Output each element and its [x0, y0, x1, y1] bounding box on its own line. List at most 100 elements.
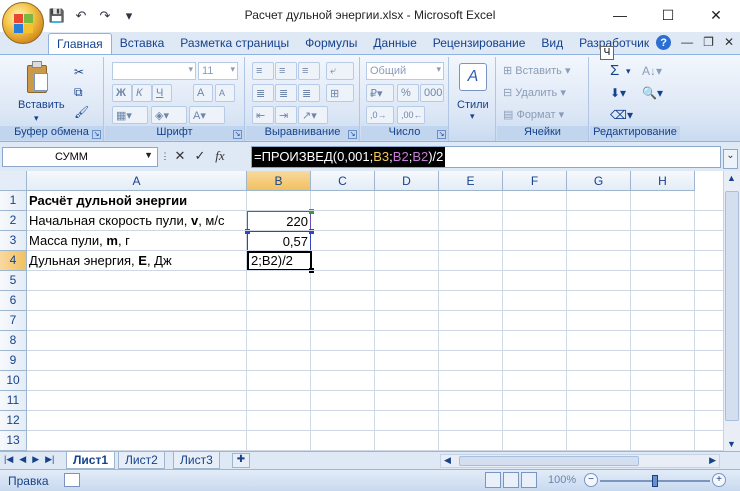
styles-dropdown-icon[interactable]: ▾ — [470, 111, 475, 122]
sheet-tab[interactable]: Лист2 — [118, 452, 165, 469]
insert-cells-button[interactable]: ⊞ Вставить ▾ — [503, 64, 571, 77]
ribbon-tab[interactable]: Вид — [533, 33, 571, 54]
last-sheet-icon[interactable]: ▶| — [45, 454, 54, 465]
align-left-button[interactable]: ≣ — [252, 84, 274, 102]
zoom-in-icon[interactable]: + — [712, 473, 726, 487]
paste-dropdown-icon[interactable]: ▾ — [34, 113, 39, 124]
copy-icon[interactable]: ⧉ — [74, 85, 83, 100]
column-header[interactable]: D — [375, 171, 439, 191]
align-bottom-button[interactable]: ≡ — [298, 62, 320, 80]
wrap-text-button[interactable]: ⤶ — [326, 62, 354, 80]
row-header[interactable]: 4 — [0, 251, 27, 271]
autosum-dropdown-icon[interactable]: ▾ — [626, 66, 631, 77]
row-header[interactable]: 9 — [0, 351, 27, 371]
ribbon-tab[interactable]: Рецензирование — [425, 33, 534, 54]
font-name-combo[interactable]: ▾ — [112, 62, 196, 80]
row-header[interactable]: 13 — [0, 431, 27, 451]
minimize-button[interactable]: — — [596, 0, 644, 30]
prev-sheet-icon[interactable]: ◀ — [19, 454, 26, 465]
zoom-slider-thumb[interactable] — [652, 475, 658, 487]
styles-button[interactable]: Стили — [457, 99, 489, 111]
name-box-dropdown-icon[interactable]: ▼ — [144, 150, 153, 160]
vertical-scroll-thumb[interactable] — [725, 191, 739, 421]
percent-button[interactable]: % — [397, 84, 419, 102]
next-sheet-icon[interactable]: ▶ — [32, 454, 39, 465]
paste-icon[interactable] — [24, 61, 50, 95]
column-header[interactable]: F — [503, 171, 567, 191]
shrink-font-button[interactable]: A — [215, 84, 235, 102]
zoom-level[interactable]: 100% — [548, 474, 576, 486]
insert-sheet-icon[interactable]: ✚ — [232, 453, 250, 468]
scroll-right-icon[interactable]: ▶ — [709, 455, 716, 466]
horizontal-scroll-thumb[interactable] — [459, 456, 639, 466]
scroll-up-icon[interactable]: ▲ — [727, 173, 736, 183]
sheet-tab[interactable]: Лист1 — [66, 452, 116, 469]
thousands-button[interactable]: 000 — [420, 84, 444, 102]
row-header[interactable]: 2 — [0, 211, 27, 231]
row-header[interactable]: 11 — [0, 391, 27, 411]
clear-icon[interactable]: ⌫▾ — [610, 108, 633, 122]
number-format-combo[interactable]: Общий ▾ — [366, 62, 444, 80]
cell-B3[interactable]: 0,57 — [247, 231, 311, 251]
number-launcher-icon[interactable]: ↘ — [437, 130, 446, 139]
cell-A2[interactable]: Начальная скорость пули, v, м/с — [27, 211, 247, 231]
paste-button[interactable]: Вставить — [18, 99, 65, 111]
page-break-view-icon[interactable] — [521, 472, 537, 488]
column-header[interactable]: H — [631, 171, 695, 191]
cell-A4[interactable]: Дульная энергия, E, Дж — [27, 251, 247, 271]
formula-input[interactable]: =ПРОИЗВЕД(0,001;B3;B2;B2)/2 — [251, 146, 721, 168]
column-header[interactable]: C — [311, 171, 375, 191]
horizontal-scrollbar[interactable]: ◀ ▶ — [440, 454, 720, 468]
help-icon[interactable]: ? — [656, 35, 672, 50]
ribbon-restore-button[interactable]: ❐ — [703, 35, 714, 50]
decrease-decimal-button[interactable]: ,00← — [397, 106, 425, 124]
ribbon-tab[interactable]: Вставка — [112, 33, 173, 54]
autosum-icon[interactable]: Σ — [610, 62, 619, 79]
alignment-launcher-icon[interactable]: ↘ — [348, 130, 357, 139]
normal-view-icon[interactable] — [485, 472, 501, 488]
underline-button[interactable]: Ч — [152, 84, 172, 102]
borders-button[interactable]: ▦▾ — [112, 106, 148, 124]
macro-record-icon[interactable] — [64, 473, 80, 487]
clipboard-launcher-icon[interactable]: ↘ — [92, 130, 101, 139]
font-launcher-icon[interactable]: ↘ — [233, 130, 242, 139]
format-cells-button[interactable]: ▤ Формат ▾ — [503, 108, 564, 121]
align-top-button[interactable]: ≡ — [252, 62, 274, 80]
column-header[interactable]: A — [27, 171, 247, 191]
first-sheet-icon[interactable]: |◀ — [4, 454, 13, 465]
italic-button[interactable]: К — [132, 84, 152, 102]
name-box[interactable]: СУММ ▼ — [2, 147, 158, 167]
sort-filter-icon[interactable]: A↓▾ — [642, 64, 662, 78]
ribbon-tab[interactable]: Формулы — [297, 33, 365, 54]
ribbon-tab[interactable]: Главная — [48, 33, 112, 54]
scroll-down-icon[interactable]: ▼ — [727, 439, 736, 449]
merge-button[interactable]: ⊞ — [326, 84, 354, 102]
vertical-scrollbar[interactable]: ▲ ▼ — [723, 171, 740, 451]
fill-color-button[interactable]: ◈▾ — [151, 106, 187, 124]
ribbon-minimize-button[interactable]: — — [681, 35, 693, 50]
row-header[interactable]: 12 — [0, 411, 27, 431]
column-header[interactable]: G — [567, 171, 631, 191]
close-button[interactable]: ✕ — [692, 0, 740, 30]
ribbon-tab[interactable]: Разметка страницы — [172, 33, 297, 54]
fill-icon[interactable]: ⬇▾ — [610, 86, 626, 100]
office-button[interactable] — [2, 2, 44, 44]
formula-options-icon[interactable]: ⋮ — [161, 147, 170, 165]
row-header[interactable]: 10 — [0, 371, 27, 391]
expand-formula-bar-icon[interactable]: ⌄ — [723, 149, 738, 169]
column-header[interactable]: E — [439, 171, 503, 191]
increase-decimal-button[interactable]: ,0→ — [366, 106, 394, 124]
bold-button[interactable]: Ж — [112, 84, 132, 102]
row-header[interactable]: 6 — [0, 291, 27, 311]
format-painter-icon[interactable]: 🖌 — [74, 105, 89, 119]
row-header[interactable]: 5 — [0, 271, 27, 291]
cancel-icon[interactable]: ✕ — [172, 147, 188, 165]
font-color-button[interactable]: A▾ — [189, 106, 225, 124]
cell-A1[interactable]: Расчёт дульной энергии — [27, 191, 247, 211]
row-header[interactable]: 7 — [0, 311, 27, 331]
currency-button[interactable]: ₽▾ — [366, 84, 394, 102]
insert-function-icon[interactable]: fx — [212, 147, 228, 165]
worksheet-grid[interactable]: ABCDEFGH 1 2 3 4 5 6 7 8 9 10 11 12 13 Расчёт дульно… — [0, 171, 740, 451]
cut-icon[interactable]: ✂ — [74, 65, 84, 79]
grow-font-button[interactable]: A — [193, 84, 213, 102]
